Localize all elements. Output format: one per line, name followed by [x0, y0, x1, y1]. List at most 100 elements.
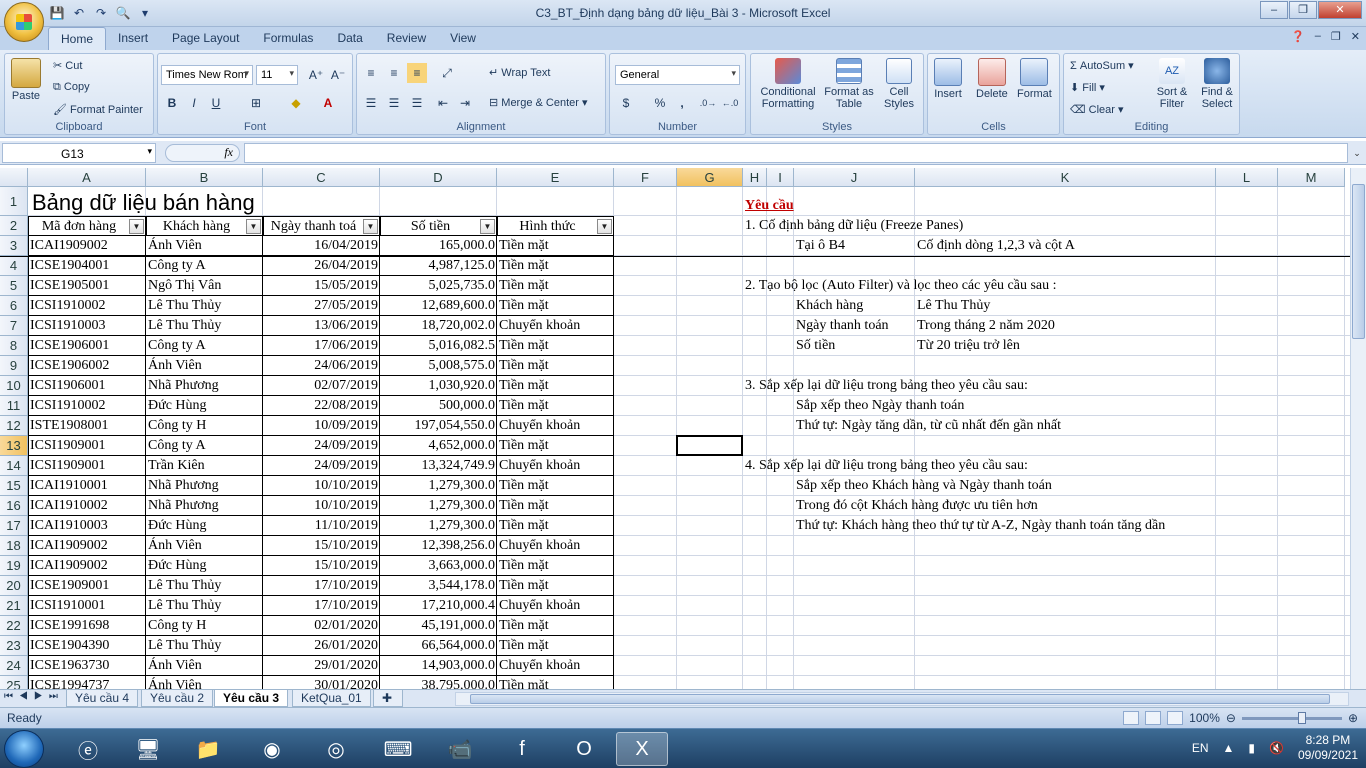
row-header[interactable]: 22 — [0, 616, 28, 636]
row-header[interactable]: 4 — [0, 256, 28, 276]
minimize-button[interactable]: – — [1260, 1, 1288, 19]
excel-taskbar-icon[interactable]: X — [616, 732, 668, 766]
zoom-slider[interactable] — [1241, 711, 1342, 724]
column-header[interactable]: E — [497, 168, 614, 187]
zoom-level[interactable]: 100% — [1189, 711, 1220, 725]
tab-view[interactable]: View — [438, 27, 488, 50]
horizontal-scroll-thumb[interactable] — [470, 694, 1330, 704]
bold-button[interactable]: B — [162, 93, 182, 113]
worksheet-grid[interactable]: A B C D E F G H I J K L M 1 2 3 4 5 6 7 8 9 10 11 12 13 14 15 16 17 18… — [0, 168, 1350, 689]
row-header[interactable]: 13 — [0, 436, 28, 456]
restore-button[interactable]: ❐ — [1289, 1, 1317, 19]
internet-explorer-icon[interactable]: ⓔ — [62, 732, 114, 766]
format-cells-button[interactable]: Format — [1017, 58, 1052, 100]
column-header[interactable]: A — [28, 168, 146, 187]
help-icon[interactable]: ❓ — [1291, 30, 1305, 43]
shrink-font-icon[interactable]: A⁻ — [328, 65, 348, 85]
row-header[interactable]: 11 — [0, 396, 28, 416]
row-header[interactable]: 2 — [0, 216, 28, 236]
sheet-nav-arrows[interactable]: ⏮◀▶⏭ — [4, 691, 64, 702]
paste-button[interactable]: Paste — [11, 58, 41, 102]
row-header[interactable]: 9 — [0, 356, 28, 376]
find-select-button[interactable]: Find & Select — [1196, 58, 1238, 110]
tray-arrow-icon[interactable]: ▲ — [1222, 741, 1234, 755]
sheet-tab-yeu-cau-2[interactable]: Yêu cầu 2 — [141, 690, 214, 707]
number-format-select[interactable]: General — [615, 65, 740, 85]
row-header[interactable]: 23 — [0, 636, 28, 656]
normal-view-icon[interactable] — [1123, 711, 1140, 725]
zoom-slider-knob[interactable] — [1297, 711, 1306, 724]
font-name-select[interactable]: Times New Rom — [161, 65, 253, 85]
selected-cell[interactable] — [676, 435, 743, 456]
ribbon-restore-icon[interactable]: ❐ — [1331, 30, 1341, 43]
language-indicator[interactable]: EN — [1192, 741, 1209, 755]
row-header[interactable]: 15 — [0, 476, 28, 496]
tab-review[interactable]: Review — [375, 27, 438, 50]
align-bottom-icon[interactable]: ≡ — [407, 63, 427, 83]
row-header[interactable]: 3 — [0, 236, 28, 256]
horizontal-scrollbar[interactable] — [455, 692, 1349, 706]
borders-icon[interactable]: ⊞ — [246, 93, 266, 113]
tab-formulas[interactable]: Formulas — [251, 27, 325, 50]
sort-filter-button[interactable]: AZ Sort & Filter — [1152, 58, 1192, 110]
align-right-icon[interactable]: ☰ — [407, 93, 427, 113]
close-button[interactable]: ✕ — [1318, 1, 1362, 19]
page-layout-view-icon[interactable] — [1145, 711, 1162, 725]
ribbon-close-icon[interactable]: ✕ — [1351, 30, 1360, 43]
vertical-scrollbar[interactable] — [1350, 168, 1366, 689]
row-header[interactable]: 1 — [0, 187, 28, 216]
column-header[interactable]: K — [915, 168, 1216, 187]
merge-center-button[interactable]: ⊟ Merge & Center ▾ — [489, 96, 588, 109]
remote-desktop-icon[interactable]: ⌨ — [372, 732, 424, 766]
column-header[interactable]: G — [677, 168, 743, 187]
conditional-formatting-button[interactable]: Conditional Formatting — [755, 58, 821, 110]
tab-insert[interactable]: Insert — [106, 27, 160, 50]
wrap-text-button[interactable]: ↵ Wrap Text — [489, 66, 550, 79]
align-left-icon[interactable]: ☰ — [361, 93, 381, 113]
page-break-view-icon[interactable] — [1167, 711, 1184, 725]
volume-mute-icon[interactable]: 🔇 — [1269, 741, 1284, 755]
name-box[interactable]: G13 — [2, 143, 156, 163]
increase-decimal-icon[interactable]: .0→ — [698, 93, 718, 113]
comma-button[interactable]: , — [672, 93, 692, 113]
insert-function-button[interactable]: fx — [165, 144, 240, 162]
align-top-icon[interactable]: ≡ — [361, 63, 381, 83]
row-header[interactable]: 16 — [0, 496, 28, 516]
row-header[interactable]: 20 — [0, 576, 28, 596]
italic-button[interactable]: I — [184, 93, 204, 113]
ribbon-minimize-icon[interactable]: – — [1315, 30, 1321, 43]
chrome-icon[interactable]: ◎ — [310, 732, 362, 766]
zoom-out-icon[interactable]: ⊖ — [1226, 711, 1236, 725]
cut-button[interactable]: ✂ Cut — [53, 59, 82, 72]
row-header[interactable]: 7 — [0, 316, 28, 336]
grow-font-icon[interactable]: A⁺ — [306, 65, 326, 85]
decrease-indent-icon[interactable]: ⇤ — [433, 93, 453, 113]
column-header[interactable]: C — [263, 168, 380, 187]
tab-home[interactable]: Home — [48, 27, 107, 50]
row-header[interactable]: 21 — [0, 596, 28, 616]
align-middle-icon[interactable]: ≡ — [384, 63, 404, 83]
row-header[interactable]: 17 — [0, 516, 28, 536]
font-color-icon[interactable]: A — [318, 93, 338, 113]
row-header[interactable]: 8 — [0, 336, 28, 356]
column-header[interactable]: H — [743, 168, 767, 187]
tab-data[interactable]: Data — [325, 27, 374, 50]
row-header[interactable]: 25 — [0, 676, 28, 689]
format-as-table-button[interactable]: Format as Table — [823, 58, 875, 110]
app-green-icon[interactable]: ◉ — [246, 732, 298, 766]
column-header[interactable]: D — [380, 168, 497, 187]
zoom-in-icon[interactable]: ⊕ — [1348, 711, 1358, 725]
opera-icon[interactable]: O — [558, 732, 610, 766]
sheet-tab-yeu-cau-3[interactable]: Yêu cầu 3 — [214, 690, 289, 707]
decrease-decimal-icon[interactable]: ←.0 — [720, 93, 740, 113]
column-header[interactable]: J — [794, 168, 915, 187]
font-size-select[interactable]: 11 — [256, 65, 298, 85]
start-button[interactable] — [4, 730, 44, 768]
sheet-tab-ketqua-01[interactable]: KetQua_01 — [292, 690, 371, 707]
select-all-corner[interactable] — [0, 168, 28, 187]
cell-styles-button[interactable]: Cell Styles — [877, 58, 921, 110]
column-header[interactable]: B — [146, 168, 263, 187]
vertical-scroll-thumb[interactable] — [1352, 184, 1365, 339]
office-button[interactable] — [4, 2, 44, 42]
orientation-icon[interactable]: ⤢ — [437, 63, 457, 83]
